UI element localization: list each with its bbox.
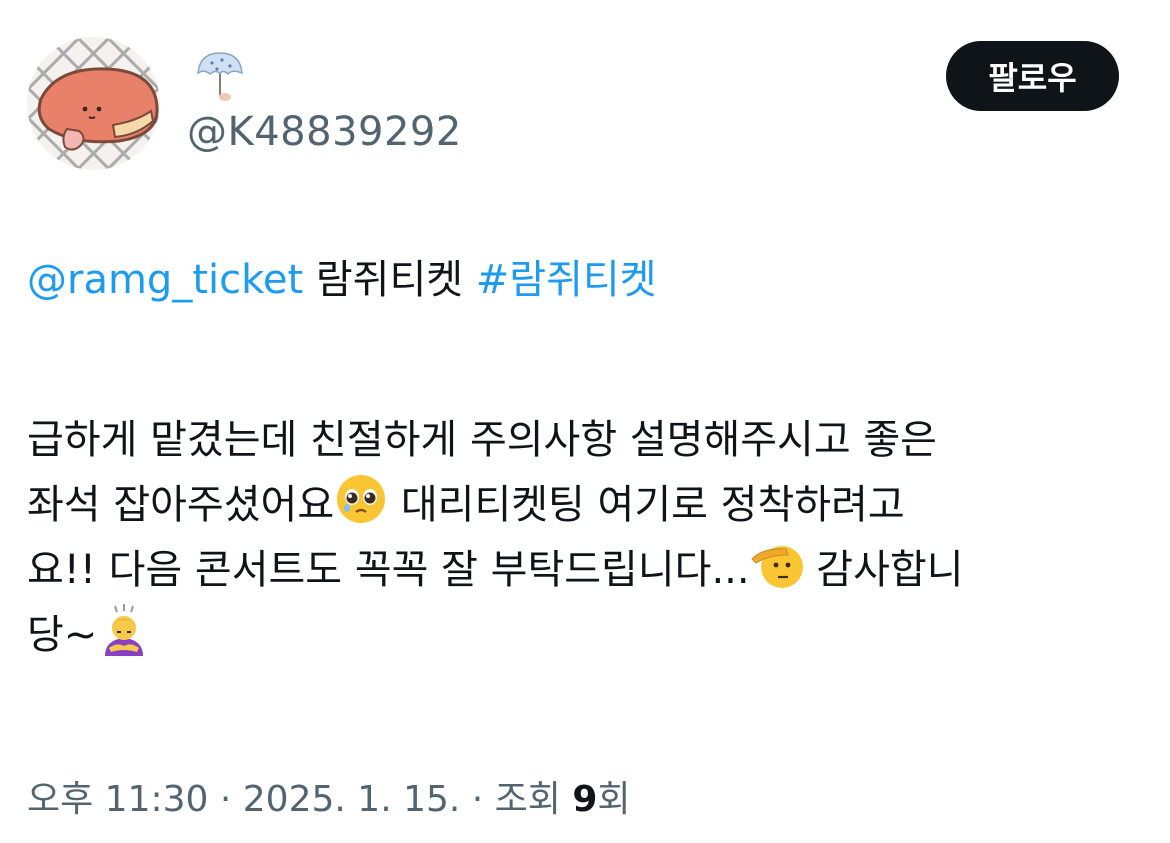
tweet-text-segment: 람쥐티켓 (303, 257, 476, 303)
tweet-text-segment: 좌석 잡아주셨어요 (27, 482, 335, 528)
tweet-text: @ramg_ticket 람쥐티켓 #람쥐티켓 급하게 맡겼는데 친절하게 주의… (27, 248, 1127, 667)
mention-link[interactable]: @ramg_ticket (27, 257, 303, 303)
tweet-meta: 오후 11:30 · 2025. 1. 15. · 조회 9회 (27, 770, 631, 822)
tweet-text-segment: 감사합니 (803, 547, 964, 593)
tweet-line-3: 좌석 잡아주셨어요 대리티켓팅 여기로 정착하려고 (27, 472, 1127, 537)
tweet-line-4: 요!! 다음 콘서트도 꼭꼭 잘 부탁드립니다... 감사합니 (27, 537, 1127, 602)
tweet-text-segment: 당~ (27, 612, 98, 658)
avatar[interactable] (27, 37, 160, 170)
pleading-face-emoji-icon (337, 475, 386, 523)
views-label: 조회 (494, 779, 573, 820)
follow-button[interactable]: 팔로우 (946, 41, 1119, 111)
saluting-face-emoji-icon (750, 546, 803, 588)
tweet-text-segment: 대리티켓팅 여기로 정착하려고 (388, 482, 905, 528)
views-suffix: 회 (597, 779, 631, 820)
display-name[interactable] (192, 47, 248, 103)
views-count: 9 (572, 779, 598, 820)
tweet-line-5: 당~ (27, 602, 1127, 667)
tweet-date[interactable]: 2025. 1. 15. (243, 779, 461, 820)
grilled-fish-avatar-icon (27, 37, 160, 170)
meta-separator: · (460, 779, 495, 820)
tweet-line-1: @ramg_ticket 람쥐티켓 #람쥐티켓 (27, 248, 1127, 312)
meta-separator: · (208, 779, 243, 820)
tweet-header: @K48839292 팔로우 (27, 37, 1119, 172)
tweet-text-segment: 요!! 다음 콘서트도 꼭꼭 잘 부탁드립니다... (27, 547, 750, 593)
bowing-person-emoji-icon (105, 604, 144, 656)
umbrella-icon (197, 52, 243, 101)
user-handle[interactable]: @K48839292 (187, 109, 462, 155)
tweet-line-2: 급하게 맡겼는데 친절하게 주의사항 설명해주시고 좋은 (27, 417, 937, 463)
tweet-time[interactable]: 오후 11:30 (27, 779, 208, 820)
paragraph-break (27, 312, 1127, 408)
hashtag-link[interactable]: #람쥐티켓 (476, 257, 657, 303)
